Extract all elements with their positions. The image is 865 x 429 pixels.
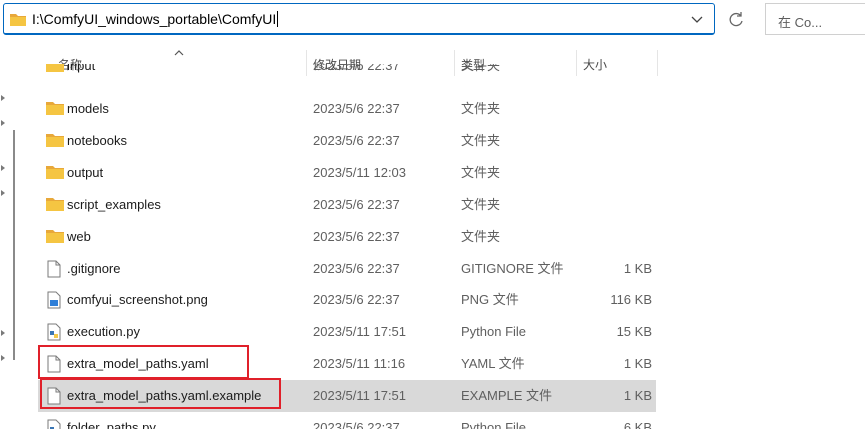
file-name: comfyui_screenshot.png: [67, 292, 208, 307]
search-placeholder: 在 Co...: [778, 15, 823, 30]
file-type: PNG 文件: [461, 292, 519, 307]
refresh-icon: [729, 12, 743, 27]
file-name: .gitignore: [67, 261, 121, 276]
file-type: 文件夹: [461, 64, 501, 73]
file-type: YAML 文件: [461, 356, 525, 371]
text-file-icon: [46, 260, 62, 283]
file-size: 116 KB: [610, 292, 652, 307]
file-type: Python File: [461, 420, 527, 429]
file-row[interactable]: execution.py 2023/5/11 17:51 Python File 15…: [38, 316, 656, 348]
file-row[interactable]: comfyui_screenshot.png 2023/5/6 22:37 PNG …: [38, 284, 656, 316]
folder-icon: [46, 132, 64, 153]
folder-icon: [46, 228, 64, 249]
file-row[interactable]: script_examples 2023/5/6 22:37 文件夹: [38, 189, 656, 221]
text-caret: [277, 11, 279, 27]
address-path: I:\ComfyUI_windows_portable\ComfyUI: [32, 11, 277, 27]
file-type: 文件夹: [461, 133, 501, 148]
folder-icon: [46, 196, 64, 217]
file-row[interactable]: folder_paths.py 2023/5/6 22:37 Python File…: [38, 412, 656, 429]
file-size: 1 KB: [623, 261, 652, 276]
file-row[interactable]: .gitignore 2023/5/6 22:37 GITIGNORE 文件 1 KB: [38, 253, 656, 285]
file-name: folder_paths.py: [67, 420, 156, 429]
file-date: 2023/5/6 22:37: [313, 197, 400, 212]
file-name: models: [67, 101, 109, 116]
file-name: execution.py: [67, 324, 140, 339]
highlight-box: [40, 378, 281, 409]
file-date: 2023/5/11 12:03: [313, 165, 407, 180]
sort-ascending-icon: [174, 44, 184, 62]
file-type: Python File: [461, 324, 527, 339]
file-date: 2023/5/11 17:51: [313, 324, 407, 339]
chevron-down-icon[interactable]: [690, 12, 704, 26]
file-name: output: [67, 165, 104, 180]
refresh-button[interactable]: [722, 6, 750, 34]
file-size: 15 KB: [616, 324, 652, 339]
file-type: 文件夹: [461, 101, 501, 116]
file-row[interactable]: notebooks 2023/5/6 22:37 文件夹: [38, 125, 656, 157]
file-type: GITIGNORE 文件: [461, 261, 564, 276]
file-date: 2023/5/6 22:37: [313, 420, 400, 429]
file-type: 文件夹: [461, 197, 501, 212]
file-name: notebooks: [67, 133, 127, 148]
file-type: 文件夹: [461, 165, 501, 180]
address-bar[interactable]: I:\ComfyUI_windows_portable\ComfyUI: [3, 3, 715, 35]
image-file-icon: [46, 291, 62, 314]
python-file-icon: [46, 419, 62, 429]
file-name: input: [67, 64, 96, 73]
folder-icon: [46, 164, 64, 185]
file-row[interactable]: models 2023/5/6 22:37 文件夹: [38, 93, 656, 125]
file-size: 1 KB: [623, 356, 652, 371]
file-type: EXAMPLE 文件: [461, 388, 553, 403]
file-date: 2023/5/6 22:37: [313, 101, 400, 116]
python-file-icon: [46, 323, 62, 346]
folder-icon: [46, 100, 64, 121]
folder-icon: [10, 12, 26, 31]
file-date: 2023/5/6 22:37: [313, 261, 400, 276]
file-name: web: [67, 229, 91, 244]
file-date: 2023/5/6 22:37: [313, 292, 400, 307]
file-size: 6 KB: [623, 420, 652, 429]
file-row[interactable]: input 2023/5/6 22:37 文件夹: [38, 64, 656, 82]
file-date: 2023/5/6 22:37: [313, 64, 400, 73]
file-date: 2023/5/6 22:37: [313, 133, 400, 148]
file-row[interactable]: web 2023/5/6 22:37 文件夹: [38, 221, 656, 253]
file-date: 2023/5/11 17:51: [313, 388, 407, 403]
search-box[interactable]: 在 Co...: [765, 3, 865, 35]
file-size: 1 KB: [623, 388, 652, 403]
file-date: 2023/5/6 22:37: [313, 229, 400, 244]
highlight-box: [38, 345, 249, 379]
file-name: script_examples: [67, 197, 161, 212]
file-type: 文件夹: [461, 229, 501, 244]
folder-icon: [46, 64, 64, 78]
file-row[interactable]: output 2023/5/11 12:03 文件夹: [38, 157, 656, 189]
file-date: 2023/5/11 11:16: [313, 356, 406, 371]
